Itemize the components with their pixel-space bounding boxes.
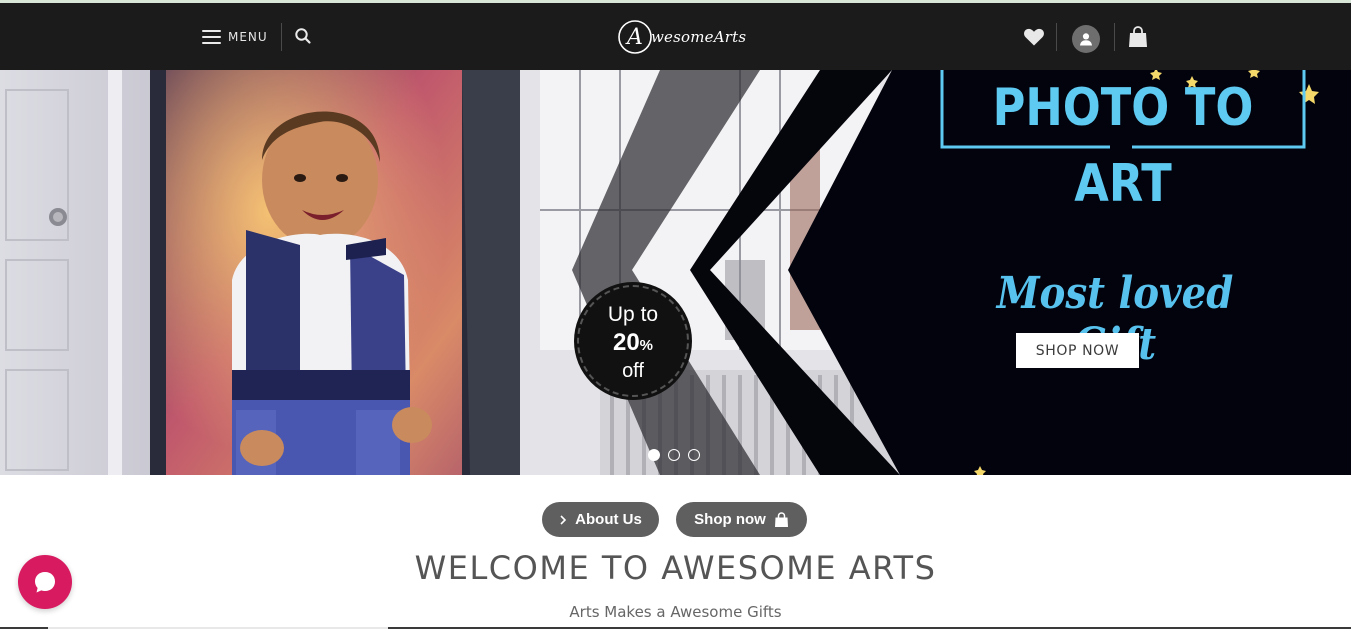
shopping-bag-icon bbox=[774, 511, 788, 527]
hero-shop-now-button[interactable]: SHOP NOW bbox=[1016, 333, 1139, 368]
cart-button[interactable] bbox=[1128, 26, 1148, 48]
search-icon bbox=[295, 28, 311, 44]
search-button[interactable] bbox=[294, 27, 312, 45]
discount-percent: 20% bbox=[612, 329, 654, 356]
discount-badge: Up to 20% off bbox=[577, 285, 689, 397]
chat-icon bbox=[35, 572, 55, 593]
slider-dots bbox=[648, 449, 700, 461]
about-us-label: About Us bbox=[575, 511, 642, 528]
svg-text:A: A bbox=[625, 25, 643, 50]
discount-line-off: off bbox=[622, 360, 644, 382]
shop-now-label: Shop now bbox=[694, 511, 766, 528]
discount-line-upto: Up to bbox=[607, 303, 659, 326]
slider-dot-1[interactable] bbox=[648, 449, 660, 461]
logo-mark: A bbox=[618, 20, 652, 54]
heart-icon bbox=[1024, 28, 1044, 46]
nav-divider bbox=[281, 23, 282, 51]
nav-divider bbox=[1114, 23, 1115, 51]
shop-now-button[interactable]: Shop now bbox=[676, 502, 807, 537]
about-us-button[interactable]: About Us bbox=[542, 502, 659, 537]
menu-label: MENU bbox=[228, 30, 268, 44]
chat-button[interactable] bbox=[18, 555, 72, 609]
slider-dot-3[interactable] bbox=[688, 449, 700, 461]
account-button[interactable] bbox=[1072, 25, 1100, 53]
hero-slider[interactable]: Up to 20% off PHOTO TO ART Most loved Gi… bbox=[0, 70, 1351, 475]
nav-divider bbox=[1056, 23, 1057, 51]
hero-headline: PHOTO TO ART bbox=[992, 78, 1254, 214]
logo-text: wesomeArts bbox=[651, 28, 747, 46]
menu-button[interactable]: MENU bbox=[202, 25, 268, 49]
user-icon bbox=[1080, 33, 1092, 46]
site-logo[interactable]: A wesomeArts bbox=[617, 17, 746, 57]
site-header: MENU A wesomeArts bbox=[0, 3, 1351, 70]
shopping-bag-icon bbox=[1129, 26, 1147, 47]
hamburger-icon bbox=[202, 30, 221, 44]
slider-dot-2[interactable] bbox=[668, 449, 680, 461]
wishlist-button[interactable] bbox=[1023, 27, 1045, 47]
welcome-title: WELCOME TO AWESOME ARTS bbox=[414, 549, 937, 587]
welcome-subtitle: Arts Makes a Awesome Gifts bbox=[569, 603, 782, 621]
chevron-right-icon bbox=[560, 514, 567, 525]
